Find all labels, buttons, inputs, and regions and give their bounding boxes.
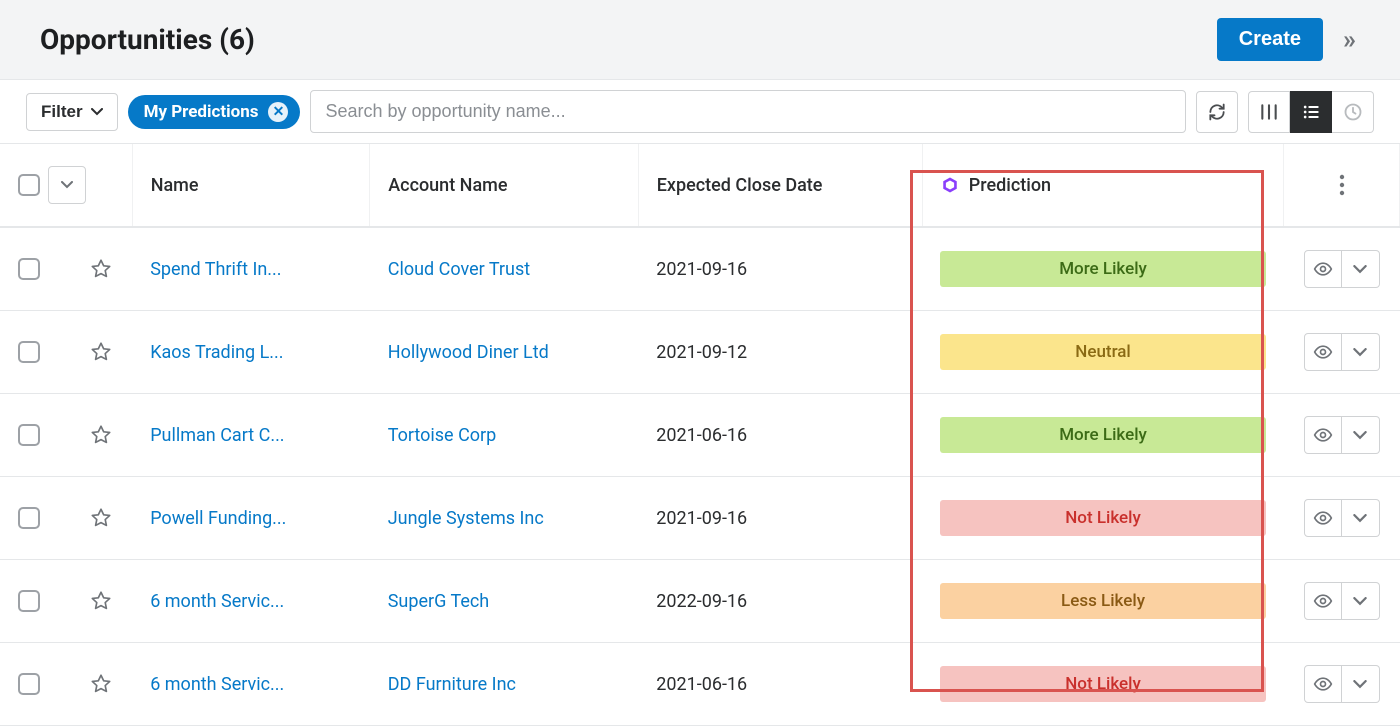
expected-close-date: 2022-09-16 — [638, 560, 922, 643]
expected-close-date: 2021-09-12 — [638, 311, 922, 394]
account-link[interactable]: DD Furniture Inc — [388, 674, 621, 695]
row-menu-button[interactable] — [1342, 665, 1380, 703]
column-settings-button[interactable] — [1302, 174, 1381, 196]
expected-close-date: 2021-06-16 — [638, 394, 922, 477]
row-checkbox[interactable] — [18, 258, 40, 280]
preview-button[interactable] — [1304, 665, 1342, 703]
column-prediction-label: Prediction — [969, 175, 1051, 196]
account-link[interactable]: Tortoise Corp — [388, 425, 621, 446]
chip-remove-icon[interactable]: ✕ — [268, 102, 288, 122]
refresh-button[interactable] — [1196, 91, 1238, 133]
page-title: Opportunities (6) — [40, 23, 255, 56]
favorite-star-icon[interactable] — [90, 590, 114, 612]
search-input[interactable] — [310, 90, 1186, 133]
row-menu-button[interactable] — [1342, 499, 1380, 537]
opportunity-link[interactable]: Pullman Cart C... — [150, 425, 352, 446]
prediction-badge: Not Likely — [940, 666, 1265, 702]
board-view-button[interactable] — [1248, 91, 1290, 133]
filter-label: Filter — [41, 102, 83, 122]
account-link[interactable]: Jungle Systems Inc — [388, 508, 621, 529]
opportunity-link[interactable]: Spend Thrift In... — [150, 259, 352, 280]
row-checkbox[interactable] — [18, 507, 40, 529]
favorite-star-icon[interactable] — [90, 507, 114, 529]
row-menu-button[interactable] — [1342, 582, 1380, 620]
column-account[interactable]: Account Name — [370, 144, 639, 227]
row-checkbox[interactable] — [18, 424, 40, 446]
preview-button[interactable] — [1304, 499, 1342, 537]
row-checkbox[interactable] — [18, 673, 40, 695]
preview-button[interactable] — [1304, 250, 1342, 288]
opportunities-table: Name Account Name Expected Close Date Pr… — [0, 144, 1400, 726]
page-header: Opportunities (6) Create » — [0, 0, 1400, 80]
prediction-badge: Neutral — [940, 334, 1265, 370]
column-actions — [1284, 144, 1400, 227]
table-row: 6 month Servic... SuperG Tech 2022-09-16… — [0, 560, 1400, 643]
favorite-star-icon[interactable] — [90, 258, 114, 280]
account-link[interactable]: SuperG Tech — [388, 591, 621, 612]
table-row: Pullman Cart C... Tortoise Corp 2021-06-… — [0, 394, 1400, 477]
filter-chip-my-predictions: My Predictions ✕ — [128, 95, 301, 129]
filter-button[interactable]: Filter — [26, 93, 118, 131]
hexagon-icon — [941, 176, 959, 194]
select-all-checkbox[interactable] — [18, 174, 40, 196]
row-checkbox[interactable] — [18, 590, 40, 612]
prediction-badge: More Likely — [940, 251, 1265, 287]
expected-close-date: 2021-09-16 — [638, 477, 922, 560]
prediction-badge: Less Likely — [940, 583, 1265, 619]
column-name[interactable]: Name — [132, 144, 370, 227]
favorite-star-icon[interactable] — [90, 341, 114, 363]
chevron-down-icon — [91, 108, 103, 116]
table-row: Kaos Trading L... Hollywood Diner Ltd 20… — [0, 311, 1400, 394]
opportunity-link[interactable]: Kaos Trading L... — [150, 342, 352, 363]
select-all-header — [0, 144, 132, 227]
row-menu-button[interactable] — [1342, 333, 1380, 371]
expected-close-date: 2021-06-16 — [638, 643, 922, 726]
account-link[interactable]: Hollywood Diner Ltd — [388, 342, 621, 363]
table-row: Spend Thrift In... Cloud Cover Trust 202… — [0, 227, 1400, 311]
preview-button[interactable] — [1304, 416, 1342, 454]
opportunity-link[interactable]: 6 month Servic... — [150, 674, 352, 695]
view-toggle — [1248, 91, 1374, 133]
row-checkbox[interactable] — [18, 341, 40, 363]
favorite-star-icon[interactable] — [90, 424, 114, 446]
row-menu-button[interactable] — [1342, 416, 1380, 454]
prediction-badge: Not Likely — [940, 500, 1265, 536]
opportunity-link[interactable]: 6 month Servic... — [150, 591, 352, 612]
toolbar: Filter My Predictions ✕ — [0, 80, 1400, 144]
select-all-dropdown[interactable] — [48, 166, 86, 204]
opportunity-link[interactable]: Powell Funding... — [150, 508, 352, 529]
header-actions: Create » — [1217, 18, 1360, 61]
preview-button[interactable] — [1304, 582, 1342, 620]
table-row: 6 month Servic... DD Furniture Inc 2021-… — [0, 643, 1400, 726]
preview-button[interactable] — [1304, 333, 1342, 371]
create-button[interactable]: Create — [1217, 18, 1323, 61]
activity-view-button[interactable] — [1332, 91, 1374, 133]
favorite-star-icon[interactable] — [90, 673, 114, 695]
list-view-button[interactable] — [1290, 91, 1332, 133]
column-expected-close[interactable]: Expected Close Date — [638, 144, 922, 227]
table-row: Powell Funding... Jungle Systems Inc 202… — [0, 477, 1400, 560]
row-menu-button[interactable] — [1342, 250, 1380, 288]
prediction-badge: More Likely — [940, 417, 1265, 453]
expand-panel-icon[interactable]: » — [1339, 25, 1360, 55]
account-link[interactable]: Cloud Cover Trust — [388, 259, 621, 280]
expected-close-date: 2021-09-16 — [638, 227, 922, 311]
chip-label: My Predictions — [144, 102, 259, 122]
column-prediction[interactable]: Prediction — [922, 144, 1283, 227]
